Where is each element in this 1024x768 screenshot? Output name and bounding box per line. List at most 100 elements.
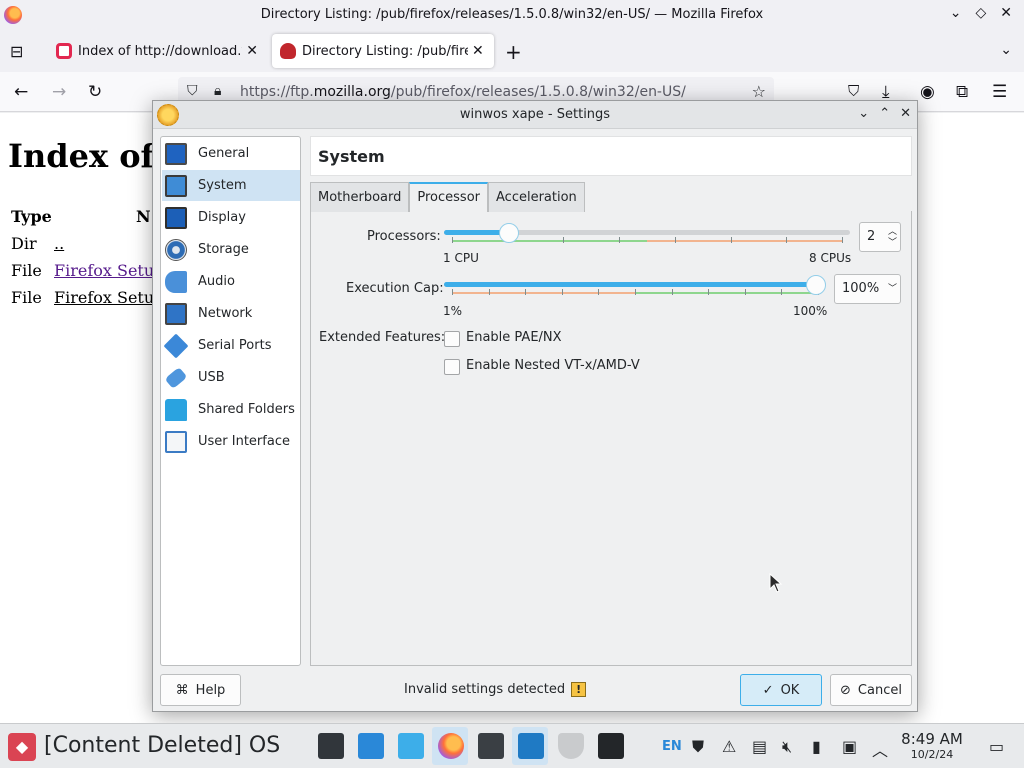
new-tab-icon[interactable]: + bbox=[505, 40, 522, 64]
taskbar-file-manager[interactable] bbox=[392, 727, 428, 765]
account-icon[interactable]: ◉ bbox=[920, 82, 935, 102]
category-storage[interactable]: Storage bbox=[162, 234, 300, 265]
taskbar-terminal-app[interactable] bbox=[472, 727, 508, 765]
processors-value: 2 bbox=[867, 229, 876, 244]
close-icon[interactable]: ✕ bbox=[1000, 5, 1012, 21]
show-desktop-icon[interactable]: ▭ bbox=[989, 737, 1004, 756]
terminal-app-icon bbox=[478, 733, 504, 759]
display-icon bbox=[165, 206, 187, 229]
usb-icon bbox=[164, 366, 188, 389]
taskbar-console[interactable] bbox=[592, 727, 628, 765]
browser-tab-directory-listing[interactable]: Directory Listing: /pub/firef ✕ bbox=[272, 34, 494, 68]
slider-tick bbox=[619, 237, 621, 243]
taskbar-discover[interactable] bbox=[352, 727, 388, 765]
processor-pane: Processors: 2 ︿ ﹀ 1 CPU 8 CPUs Execution… bbox=[310, 211, 912, 666]
tab-processor[interactable]: Processor bbox=[409, 182, 489, 212]
tray-expand-icon[interactable]: ︿ bbox=[872, 737, 888, 761]
category-general[interactable]: General bbox=[162, 138, 300, 169]
category-network[interactable]: Network bbox=[162, 298, 300, 329]
enable-pae-label[interactable]: Enable PAE/NX bbox=[466, 330, 562, 345]
tracking-shield-icon[interactable]: ⛉ bbox=[187, 83, 198, 99]
file-link[interactable]: Firefox Setup bbox=[54, 261, 164, 280]
clock[interactable]: 8:49 AM 10/2/24 bbox=[900, 730, 964, 761]
execution-cap-spinbox[interactable]: 100% ﹀ bbox=[834, 274, 901, 304]
taskbar-shield-app[interactable] bbox=[552, 727, 588, 765]
cancel-button[interactable]: ⊘ Cancel bbox=[830, 674, 912, 706]
section-header: System bbox=[310, 136, 912, 176]
console-icon bbox=[598, 733, 624, 759]
battery-icon[interactable]: ▮ bbox=[812, 737, 821, 756]
enable-nested-vtx-label[interactable]: Enable Nested VT-x/AMD-V bbox=[466, 358, 640, 373]
notification-alert-icon[interactable]: ⚠ bbox=[722, 737, 736, 756]
extensions-icon[interactable]: ⧉ bbox=[956, 82, 968, 102]
parent-dir-link[interactable]: .. bbox=[54, 234, 64, 253]
back-icon[interactable]: ← bbox=[14, 82, 28, 102]
downloads-icon[interactable]: ⤓ bbox=[882, 82, 890, 102]
slider-tick bbox=[452, 237, 453, 243]
start-menu-icon[interactable]: ◆ bbox=[8, 733, 36, 761]
slider-handle[interactable] bbox=[806, 275, 826, 295]
ok-button[interactable]: ✓ OK bbox=[740, 674, 822, 706]
menu-icon[interactable]: ☰ bbox=[992, 82, 1007, 102]
slider-tick bbox=[671, 289, 673, 295]
network-icon bbox=[165, 302, 187, 325]
spin-down-icon[interactable]: ﹀ bbox=[888, 284, 897, 294]
minimize-icon[interactable]: ⌄ bbox=[858, 106, 869, 121]
pocket-icon[interactable]: ⛉ bbox=[848, 82, 859, 100]
volume-muted-icon[interactable]: 🔇︎ bbox=[782, 737, 792, 757]
row-type: File bbox=[11, 288, 42, 307]
minimize-icon[interactable]: ⌄ bbox=[950, 5, 962, 21]
tab-close-icon[interactable]: ✕ bbox=[246, 43, 258, 59]
tab-close-icon[interactable]: ✕ bbox=[472, 43, 484, 59]
execution-cap-label: Execution Cap: bbox=[346, 281, 444, 296]
clipboard-icon[interactable]: ▤ bbox=[752, 737, 767, 756]
enable-nested-vtx-checkbox[interactable] bbox=[444, 359, 460, 375]
settings-dialog: winwos xape - Settings ⌄ ⌃ ✕ General Sys… bbox=[152, 100, 918, 712]
processors-spinbox[interactable]: 2 ︿ ﹀ bbox=[859, 222, 901, 252]
folder-icon bbox=[398, 733, 424, 759]
close-icon[interactable]: ✕ bbox=[900, 106, 911, 121]
list-all-tabs-icon[interactable]: ⌄ bbox=[1000, 42, 1012, 58]
tab-acceleration[interactable]: Acceleration bbox=[488, 182, 585, 212]
network-monitor-icon[interactable]: ▣ bbox=[842, 737, 857, 756]
processors-label: Processors: bbox=[367, 229, 441, 244]
slider-ticks bbox=[452, 289, 819, 297]
maximize-icon[interactable]: ◇ bbox=[975, 5, 986, 21]
security-shield-icon[interactable]: ⛊ bbox=[692, 737, 704, 757]
keyboard-layout-indicator[interactable]: EN bbox=[662, 739, 682, 754]
taskbar-firefox[interactable] bbox=[432, 727, 468, 765]
forward-icon[interactable]: → bbox=[52, 82, 66, 102]
help-button[interactable]: ⌘ Help bbox=[160, 674, 241, 706]
category-display[interactable]: Display bbox=[162, 202, 300, 233]
category-usb[interactable]: USB bbox=[162, 362, 300, 393]
category-serial-ports[interactable]: Serial Ports bbox=[162, 330, 300, 361]
taskbar-settings[interactable] bbox=[312, 727, 348, 765]
spin-up-icon[interactable]: ︿ bbox=[888, 227, 897, 237]
maximize-icon[interactable]: ⌃ bbox=[879, 106, 890, 121]
enable-pae-checkbox[interactable] bbox=[444, 331, 460, 347]
spin-down-icon[interactable]: ﹀ bbox=[888, 238, 897, 248]
browser-tab-index[interactable]: Index of http://download.v ✕ bbox=[48, 34, 266, 68]
taskbar-virtualbox[interactable] bbox=[512, 727, 548, 765]
category-label: USB bbox=[198, 370, 225, 385]
category-system[interactable]: System bbox=[162, 170, 300, 201]
check-icon: ✓ bbox=[762, 682, 774, 698]
execution-cap-slider[interactable] bbox=[444, 275, 826, 295]
category-shared-folders[interactable]: Shared Folders bbox=[162, 394, 300, 425]
dialog-titlebar: winwos xape - Settings ⌄ ⌃ ✕ bbox=[153, 101, 917, 129]
processors-slider[interactable] bbox=[444, 223, 850, 243]
reload-icon[interactable]: ↻ bbox=[88, 82, 102, 102]
section-title: System bbox=[318, 147, 385, 166]
bookmark-star-icon[interactable]: ☆ bbox=[752, 82, 766, 101]
category-audio[interactable]: Audio bbox=[162, 266, 300, 297]
tab-list-icon[interactable]: ⊟ bbox=[10, 42, 23, 61]
slider-handle[interactable] bbox=[499, 223, 520, 243]
category-label: Audio bbox=[198, 274, 235, 289]
file-link[interactable]: Firefox Setup bbox=[54, 288, 164, 307]
warning-icon[interactable]: ! bbox=[571, 682, 587, 697]
start-menu-label[interactable]: [Content Deleted] OS bbox=[44, 733, 280, 758]
tab-motherboard[interactable]: Motherboard bbox=[310, 182, 410, 212]
category-user-interface[interactable]: User Interface bbox=[162, 426, 300, 457]
lock-icon[interactable]: 🔒︎ bbox=[214, 83, 221, 99]
url-text[interactable]: https://ftp.mozilla.org/pub/firefox/rele… bbox=[240, 84, 686, 100]
